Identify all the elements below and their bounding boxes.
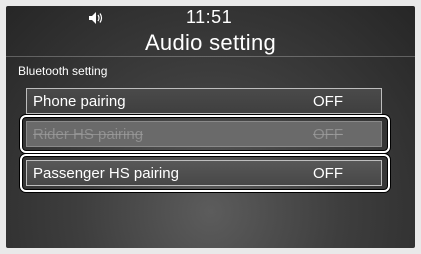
page-title: Audio setting: [144, 30, 277, 55]
phone-pairing-row[interactable]: Phone pairing OFF: [26, 88, 382, 114]
setting-value: OFF: [313, 93, 343, 110]
highlight-rider-hs-row: [20, 115, 390, 153]
header-divider: [6, 56, 415, 57]
highlight-passenger-hs-row: [20, 154, 390, 192]
section-label-bluetooth: Bluetooth setting: [18, 64, 108, 78]
setting-label: Phone pairing: [33, 93, 126, 110]
status-bar: 11:51: [6, 6, 415, 30]
clock: 11:51: [186, 7, 233, 27]
audio-setting-screen: 11:51 Audio setting Bluetooth setting Ph…: [6, 6, 415, 248]
speaker-volume-icon: [89, 12, 103, 24]
